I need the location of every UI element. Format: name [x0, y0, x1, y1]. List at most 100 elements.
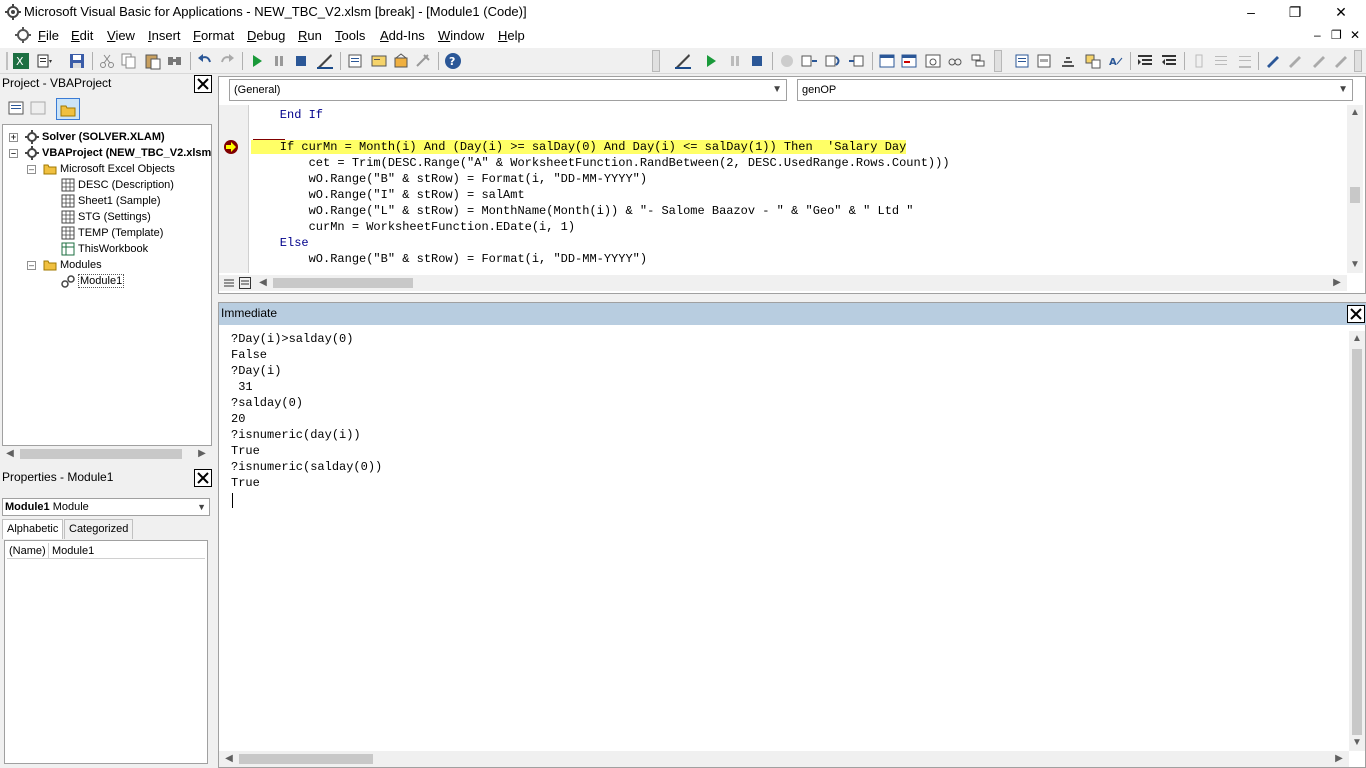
minimize-button[interactable]: –	[1228, 0, 1274, 24]
scroll-thumb[interactable]	[1352, 349, 1362, 735]
object-select[interactable]: Module1 Module ▼	[2, 498, 210, 516]
scroll-down-icon[interactable]: ▼	[1347, 257, 1363, 273]
close-button[interactable]: ✕	[1318, 0, 1364, 24]
menu-edit[interactable]: Edit	[71, 28, 93, 43]
restore-button[interactable]: ❐	[1272, 0, 1318, 24]
scroll-thumb[interactable]	[239, 754, 373, 764]
list-properties-icon[interactable]	[1014, 52, 1032, 70]
scroll-thumb[interactable]	[1350, 187, 1360, 203]
tab-categorized[interactable]: Categorized	[64, 519, 134, 539]
menu-window[interactable]: Window	[438, 28, 484, 43]
property-value[interactable]: Module1	[52, 543, 94, 559]
collapse-icon[interactable]: –	[27, 165, 36, 174]
break-icon[interactable]	[270, 52, 288, 70]
previous-bookmark-icon[interactable]	[1310, 52, 1328, 70]
toggle-folders-button[interactable]	[56, 98, 80, 120]
scroll-thumb[interactable]	[20, 449, 182, 459]
parameter-info-icon[interactable]	[1084, 52, 1102, 70]
cut-icon[interactable]	[98, 52, 116, 70]
menu-run[interactable]: Run	[298, 28, 322, 43]
scroll-left-icon[interactable]: ◀	[255, 275, 271, 291]
menu-format[interactable]: Format	[193, 28, 234, 43]
run-icon[interactable]	[248, 52, 266, 70]
tree-node-temp[interactable]: TEMP (Template)	[61, 225, 163, 241]
continue-icon[interactable]	[702, 52, 720, 70]
procedure-combo[interactable]: genOP ▼	[797, 79, 1353, 101]
property-row[interactable]: (Name) Module1	[7, 543, 205, 559]
next-bookmark-icon[interactable]	[1286, 52, 1304, 70]
save-icon[interactable]	[68, 52, 86, 70]
paste-icon[interactable]	[144, 52, 162, 70]
chevron-down-icon[interactable]: ▼	[772, 80, 782, 100]
menu-help[interactable]: Help	[498, 28, 525, 43]
scroll-left-icon[interactable]: ◀	[2, 446, 18, 462]
copy-icon[interactable]	[120, 52, 138, 70]
locals-window-icon[interactable]	[878, 52, 896, 70]
view-excel-icon[interactable]: X	[12, 52, 30, 70]
design-mode-icon[interactable]	[316, 52, 334, 70]
vba-project-icon[interactable]	[14, 26, 32, 44]
object-combo[interactable]: (General) ▼	[229, 79, 787, 101]
complete-word-icon[interactable]: A	[1108, 52, 1126, 70]
step-over-icon[interactable]	[824, 52, 842, 70]
properties-close-button[interactable]	[194, 469, 212, 487]
tab-alphabetic[interactable]: Alphabetic	[2, 519, 64, 539]
object-browser-icon[interactable]	[392, 52, 410, 70]
mdi-restore-button[interactable]: ❐	[1331, 28, 1342, 42]
menu-insert[interactable]: Insert	[148, 28, 181, 43]
immediate-close-button[interactable]	[1347, 305, 1365, 323]
tree-node-desc[interactable]: DESC (Description)	[61, 177, 174, 193]
collapse-icon[interactable]: –	[27, 261, 36, 270]
scroll-down-icon[interactable]: ▼	[1349, 735, 1365, 751]
project-explorer-close-button[interactable]	[194, 75, 212, 93]
stop-icon[interactable]	[748, 52, 766, 70]
toolbar-grip-2[interactable]	[994, 50, 1002, 72]
scroll-thumb[interactable]	[273, 278, 413, 288]
scroll-right-icon[interactable]: ▶	[194, 446, 210, 462]
project-tree-hscroll[interactable]: ◀ ▶	[2, 446, 212, 462]
menu-file[interactable]: File	[38, 28, 59, 43]
insert-module-icon[interactable]	[36, 52, 54, 70]
code-hscroll[interactable]: ◀ ▶	[219, 275, 1347, 291]
step-into-icon[interactable]	[800, 52, 818, 70]
code-margin[interactable]	[219, 105, 249, 273]
reset-icon[interactable]	[292, 52, 310, 70]
immediate-vscroll[interactable]: ▲ ▼	[1349, 331, 1365, 751]
menu-add-ins[interactable]: Add-Ins	[380, 28, 425, 43]
immediate-hscroll[interactable]: ◀ ▶	[219, 751, 1349, 767]
immediate-window-icon[interactable]	[900, 52, 918, 70]
code-editor[interactable]: End If If curMn = Month(i) And (Day(i) >…	[251, 107, 1345, 273]
scroll-left-icon[interactable]: ◀	[221, 751, 237, 767]
quick-watch-icon[interactable]	[946, 52, 964, 70]
project-explorer-icon[interactable]	[346, 52, 364, 70]
view-object-icon[interactable]	[30, 100, 46, 116]
indent-icon[interactable]	[1136, 52, 1154, 70]
toolbar-grip[interactable]	[652, 50, 660, 72]
scroll-up-icon[interactable]: ▲	[1347, 105, 1363, 121]
toggle-breakpoint-2-icon[interactable]	[1190, 52, 1208, 70]
scroll-right-icon[interactable]: ▶	[1331, 751, 1347, 767]
design-mode-toggle-icon[interactable]	[674, 52, 692, 70]
redo-icon[interactable]	[218, 52, 236, 70]
mdi-minimize-button[interactable]: –	[1314, 28, 1321, 42]
pause-icon[interactable]	[726, 52, 744, 70]
chevron-down-icon[interactable]: ▼	[1338, 80, 1348, 100]
mdi-close-button[interactable]: ✕	[1350, 28, 1360, 42]
outdent-icon[interactable]	[1160, 52, 1178, 70]
toggle-bookmark-icon[interactable]	[1264, 52, 1282, 70]
toolbar-grip-3[interactable]	[1354, 50, 1362, 72]
full-module-view-icon[interactable]	[239, 277, 251, 289]
find-icon[interactable]	[166, 52, 184, 70]
menu-debug[interactable]: Debug	[247, 28, 285, 43]
comment-block-icon[interactable]	[1212, 52, 1230, 70]
tree-node-sheet1[interactable]: Sheet1 (Sample)	[61, 193, 161, 209]
immediate-editor[interactable]: ?Day(i)>salday(0) False ?Day(i) 31 ?sald…	[229, 331, 1329, 751]
expand-icon[interactable]: +	[9, 133, 18, 142]
tree-node-thisworkbook[interactable]: ThisWorkbook	[61, 241, 148, 257]
code-vscroll[interactable]: ▲ ▼	[1347, 105, 1363, 273]
list-constants-icon[interactable]	[1036, 52, 1054, 70]
toggle-breakpoint-icon[interactable]	[778, 52, 796, 70]
tree-node-stg[interactable]: STG (Settings)	[61, 209, 151, 225]
chevron-down-icon[interactable]: ▼	[197, 499, 206, 515]
undo-icon[interactable]	[196, 52, 214, 70]
